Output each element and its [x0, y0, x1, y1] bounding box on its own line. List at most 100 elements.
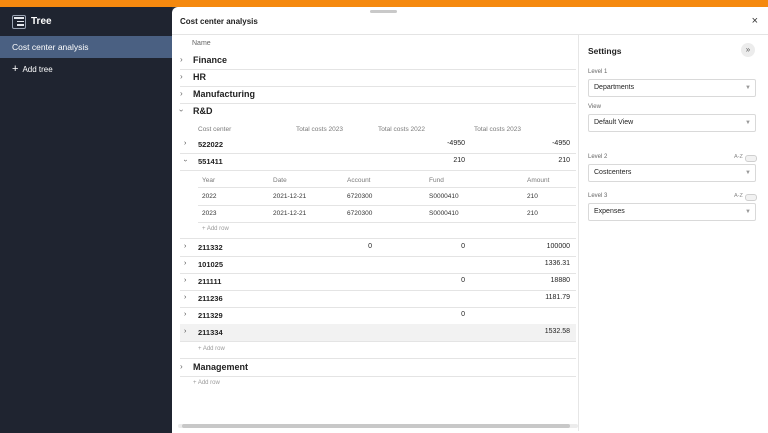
chevron-down-icon: ▼ [745, 85, 751, 91]
cell-value: 18880 [550, 277, 570, 284]
table-row[interactable]: › 522022 -4950 -4950 [180, 136, 576, 153]
table-row[interactable]: › 211332 0 0 100000 [180, 239, 576, 256]
tree-table: Name › Finance › HR › Manufacturing › R&… [172, 35, 578, 431]
sort-az-toggle[interactable] [745, 194, 757, 201]
level2-select[interactable]: Costcenters ▼ [588, 164, 756, 182]
close-icon[interactable]: × [752, 15, 758, 27]
cell-value: 0 [461, 277, 465, 284]
divider [180, 170, 576, 171]
chevron-right-icon[interactable]: › [184, 328, 186, 335]
table-row[interactable]: › 551411 210 210 [180, 153, 576, 170]
level1-select[interactable]: Departments ▼ [588, 79, 756, 97]
tree-icon [12, 14, 26, 29]
sidebar-title: Tree [31, 16, 52, 27]
drag-handle[interactable] [370, 10, 397, 13]
group-manufacturing[interactable]: › Manufacturing [172, 86, 576, 103]
group-rnd[interactable]: › R&D [172, 103, 576, 120]
group-label: R&D [193, 106, 213, 116]
date-column-header: Date [273, 177, 287, 184]
costcenter-id: 211332 [198, 243, 223, 252]
table-row[interactable]: › 211329 0 [180, 307, 576, 324]
group-hr[interactable]: › HR [172, 69, 576, 86]
sort-az-toggle[interactable] [745, 155, 757, 162]
costcenter-id: 101025 [198, 260, 224, 269]
view-value: Default View [594, 119, 634, 126]
divider [198, 205, 576, 206]
sub-cell: S0000410 [429, 210, 459, 217]
table-row[interactable]: › 211236 1181.79 [180, 290, 576, 307]
table-row[interactable]: › 211111 0 18880 [180, 273, 576, 290]
cell-value: 100000 [546, 243, 570, 250]
cell-value: 1532.58 [544, 328, 570, 335]
sub-cell: 6720300 [347, 193, 373, 200]
costcenter-id: 211334 [198, 328, 223, 337]
costcenter-id: 211111 [198, 277, 222, 286]
sub-cell: 2022 [202, 193, 217, 200]
group-label: Management [193, 362, 249, 372]
chevron-right-icon[interactable]: › [180, 55, 183, 64]
table-row[interactable]: › 211334 1532.58 [180, 324, 576, 341]
chevron-right-icon[interactable]: › [184, 294, 186, 301]
group-finance[interactable]: › Finance [172, 52, 576, 69]
plus-icon: + [12, 63, 19, 75]
chevron-down-icon: ▼ [745, 120, 751, 126]
level3-select[interactable]: Expenses ▼ [588, 203, 756, 221]
cell-value: -4950 [552, 140, 570, 147]
year-column-header: Year [202, 177, 216, 184]
chevron-down-icon: ▼ [745, 170, 751, 176]
chevron-right-icon[interactable]: › [184, 260, 186, 267]
sub-cell: 2023 [202, 210, 217, 217]
costcenter-column-header: Cost center [198, 126, 232, 133]
horizontal-scrollbar[interactable] [178, 424, 578, 428]
costcenter-id: 551411 [198, 157, 223, 166]
group-management[interactable]: › Management [172, 359, 576, 376]
amount-column-header: Amount [527, 177, 550, 184]
sidebar-header: Tree [0, 7, 172, 36]
cell-value: 1181.79 [545, 294, 570, 301]
chevron-right-icon[interactable]: › [184, 243, 186, 250]
cell-value: 0 [368, 243, 372, 250]
chevron-right-icon[interactable]: › [184, 277, 186, 284]
cell-value: 0 [461, 311, 465, 318]
level3-value: Expenses [594, 208, 625, 215]
sub-cell: S0000410 [429, 193, 459, 200]
total-2022-column-header: Total costs 2022 [378, 126, 425, 133]
chevron-down-icon[interactable]: › [182, 159, 189, 161]
sub-cell: 6720300 [347, 210, 373, 217]
add-row-button[interactable]: + Add row [202, 226, 229, 232]
chevron-down-icon[interactable]: › [177, 109, 186, 112]
level1-label: Level 1 [588, 69, 608, 75]
level2-label: Level 2 [588, 154, 608, 160]
chevron-right-icon[interactable]: › [184, 311, 186, 318]
chevron-right-icon[interactable]: › [184, 140, 186, 147]
costcenter-id: 522022 [198, 140, 224, 149]
settings-title: Settings [588, 46, 622, 56]
sort-az-label: A-Z [734, 193, 743, 199]
cell-value: 210 [558, 157, 570, 164]
add-group-button[interactable]: + Add row [193, 380, 220, 386]
collapse-icon[interactable]: » [741, 43, 755, 57]
chevron-right-icon[interactable]: › [180, 89, 183, 98]
scrollbar-thumb[interactable] [182, 424, 570, 428]
top-accent-bar [0, 0, 768, 7]
total-2023-column-header: Total costs 2023 [296, 126, 343, 133]
name-column-header: Name [192, 40, 211, 47]
table-row[interactable]: › 101025 1336.31 [180, 256, 576, 273]
view-select[interactable]: Default View ▼ [588, 114, 756, 132]
add-tree-button[interactable]: + Add tree [12, 63, 53, 75]
group-label: HR [193, 72, 206, 82]
cell-value: 210 [453, 157, 465, 164]
sub-cell: 2021-12-21 [273, 210, 307, 217]
view-label: View [588, 104, 601, 110]
settings-panel: Settings » Level 1 Departments ▼ View De… [578, 35, 768, 431]
panel-title: Cost center analysis [180, 17, 258, 26]
chevron-right-icon[interactable]: › [180, 72, 183, 81]
add-costcenter-button[interactable]: + Add row [198, 346, 225, 352]
sidebar: Tree Cost center analysis + Add tree [0, 7, 172, 433]
chevron-right-icon[interactable]: › [180, 362, 183, 371]
total-2023b-column-header: Total costs 2023 [474, 126, 521, 133]
level1-value: Departments [594, 84, 635, 91]
divider [198, 187, 576, 188]
costcenter-id: 211329 [198, 311, 223, 320]
sidebar-item-cost-center-analysis[interactable]: Cost center analysis [0, 36, 172, 58]
